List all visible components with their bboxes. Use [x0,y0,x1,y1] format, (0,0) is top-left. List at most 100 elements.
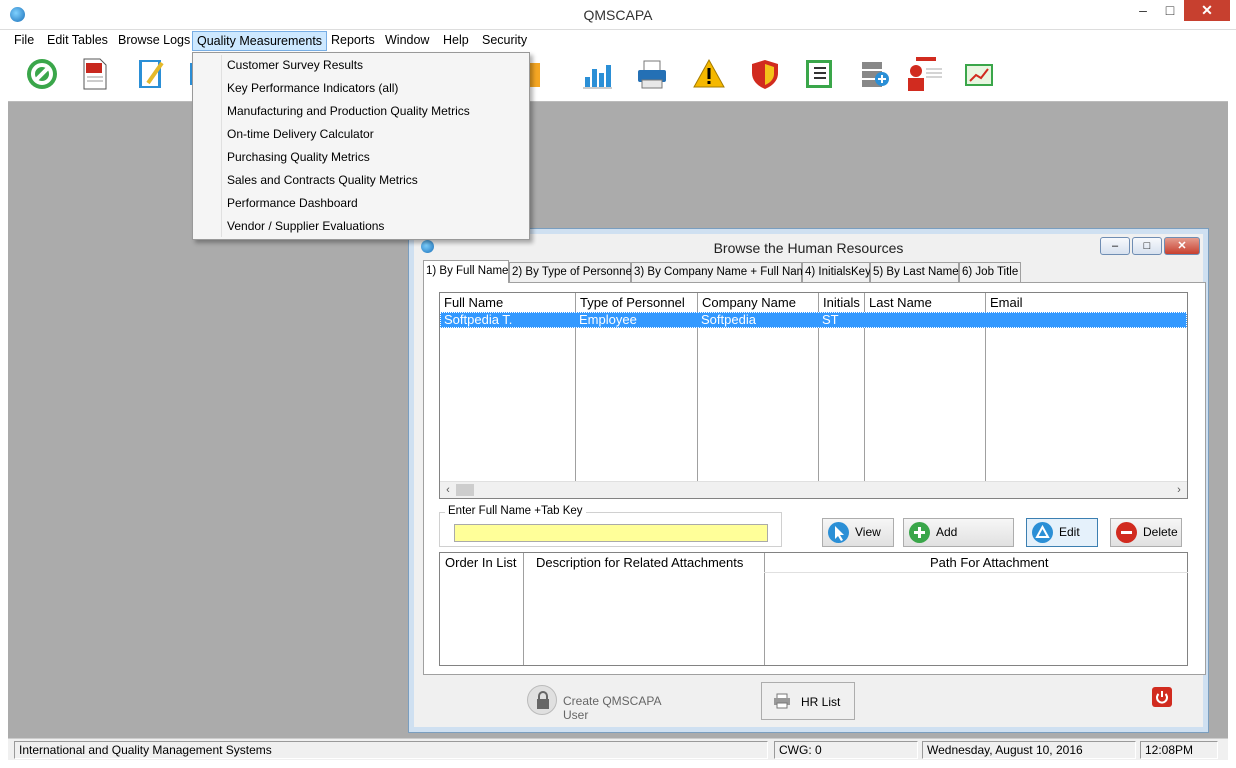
menu-edit-tables[interactable]: Edit Tables [45,33,110,47]
plus-icon [909,522,930,543]
lock-icon [527,685,557,715]
add-personnel-button[interactable]: Add Personnel [903,518,1014,566]
column-header-path[interactable]: Path For Attachment [930,553,1049,572]
hr-list-label: HR List [801,695,841,709]
table-row-selected[interactable] [440,312,1187,328]
menu-item-sales-metrics[interactable]: Sales and Contracts Quality Metrics [227,173,418,187]
menu-item-vendor-evaluations[interactable]: Vendor / Supplier Evaluations [227,219,384,233]
bar-chart-icon[interactable] [580,57,614,91]
menu-help[interactable]: Help [441,33,471,47]
notebook-pencil-icon[interactable] [134,57,168,91]
status-bar: International and Quality Management Sys… [8,738,1228,760]
menu-file[interactable]: File [12,33,36,47]
maximize-button[interactable]: □ [1157,0,1183,21]
browse-hr-window: Browse the Human Resources – □ ✕ 1) By F… [408,228,1209,733]
tab-by-type-of-personnel[interactable]: 2) By Type of Personnel [509,262,635,282]
menu-item-purchasing-metrics[interactable]: Purchasing Quality Metrics [227,150,370,164]
personnel-grid[interactable]: Full Name Type of Personnel Company Name… [439,292,1188,499]
menu-window[interactable]: Window [383,33,431,47]
hr-list-button[interactable]: HR List [761,682,855,720]
delete-button[interactable]: Delete [1110,518,1182,547]
status-time: 12:08PM [1140,741,1218,759]
menu-bar: File Edit Tables Browse Logs Quality Mea… [8,30,1228,52]
horizontal-scrollbar[interactable]: ‹ › [440,481,1187,498]
child-minimize-button[interactable]: – [1100,237,1130,255]
child-close-button[interactable]: ✕ [1164,237,1200,255]
view-button[interactable]: View [822,518,894,547]
menu-item-performance-dashboard[interactable]: Performance Dashboard [227,196,358,210]
minus-icon [1116,522,1137,543]
column-header-company-name[interactable]: Company Name [698,293,796,312]
edit-button-label: Edit [1059,525,1080,539]
column-header-full-name[interactable]: Full Name [440,293,503,312]
warning-icon[interactable] [692,57,726,91]
minimize-button[interactable]: – [1130,0,1156,21]
checklist-icon[interactable] [802,57,836,91]
menu-item-manufacturing-metrics[interactable]: Manufacturing and Production Quality Met… [227,104,470,118]
edit-triangle-icon [1032,522,1053,543]
menu-icon-gutter [221,55,222,237]
menu-item-kpi[interactable]: Key Performance Indicators (all) [227,81,398,95]
child-maximize-button[interactable]: □ [1132,237,1162,255]
table-cell-company: Softpedia [701,312,756,327]
menu-quality-measurements[interactable]: Quality Measurements [192,31,328,51]
column-header-initials[interactable]: Initials [819,293,860,312]
no-entry-icon[interactable] [25,57,59,91]
cursor-icon [828,522,849,543]
column-divider [764,553,765,665]
column-divider [523,553,524,665]
status-company: International and Quality Management Sys… [14,741,768,759]
menu-item-delivery-calculator[interactable]: On-time Delivery Calculator [227,127,374,141]
table-cell-type: Employee [579,312,637,327]
tab-by-last-name[interactable]: 5) By Last Name [870,262,959,282]
column-header-last-name[interactable]: Last Name [865,293,932,312]
table-cell-full-name: Softpedia T. [444,312,513,327]
window-frame-right [1228,30,1236,768]
child-window-title: Browse the Human Resources [713,240,904,256]
tab-by-company-name[interactable]: 3) By Company Name + Full Name [631,262,813,282]
chart-board-icon[interactable] [962,57,996,91]
business-card-icon[interactable] [906,57,942,91]
column-header-order[interactable]: Order In List [445,553,517,572]
tab-panel: Full Name Type of Personnel Company Name… [423,282,1206,675]
column-header-email[interactable]: Email [986,293,1023,312]
scroll-thumb[interactable] [456,484,474,496]
edit-button[interactable]: Edit [1026,518,1098,547]
create-user-label: Create QMSCAPA User [563,694,661,722]
column-header-type-of-personnel[interactable]: Type of Personnel [576,293,685,312]
status-date: Wednesday, August 10, 2016 [922,741,1136,759]
menu-browse-logs[interactable]: Browse Logs [116,33,192,47]
menu-reports[interactable]: Reports [329,33,377,47]
scroll-left-icon[interactable]: ‹ [440,482,456,499]
column-header-description[interactable]: Description for Related Attachments [536,553,743,572]
status-cwg: CWG: 0 [774,741,918,759]
toolbar [8,52,1228,102]
search-group: Enter Full Name +Tab Key [439,505,782,547]
attachments-grid[interactable]: Order In List Description for Related At… [439,552,1188,666]
menu-item-customer-survey[interactable]: Customer Survey Results [227,58,363,72]
close-button[interactable]: ✕ [1184,0,1230,21]
menu-security[interactable]: Security [480,33,529,47]
create-user-button[interactable]: Create QMSCAPA User [527,685,687,722]
header-divider [764,572,1188,573]
printer-icon[interactable] [635,57,669,91]
power-icon[interactable] [1152,687,1172,707]
tab-job-title[interactable]: 6) Job Title [959,262,1021,282]
window-frame-left [0,30,8,768]
printer-small-icon [773,693,791,709]
view-button-label: View [855,525,881,539]
tab-by-full-name[interactable]: 1) By Full Name [423,260,509,283]
tab-initials-key[interactable]: 4) InitialsKey [802,262,871,282]
server-add-icon[interactable] [858,57,892,91]
shield-icon[interactable] [748,57,782,91]
table-cell-initials: ST [822,312,839,327]
pdf-document-icon[interactable] [78,57,112,91]
window-title: QMSCAPA [583,7,653,23]
quality-measurements-dropdown: Customer Survey Results Key Performance … [192,52,530,240]
window-frame-bottom [0,760,1236,768]
scroll-right-icon[interactable]: › [1171,482,1187,499]
title-bar: QMSCAPA – □ ✕ [0,0,1236,30]
full-name-search-input[interactable] [454,524,768,542]
search-label: Enter Full Name +Tab Key [445,505,586,517]
delete-button-label: Delete [1143,525,1178,539]
